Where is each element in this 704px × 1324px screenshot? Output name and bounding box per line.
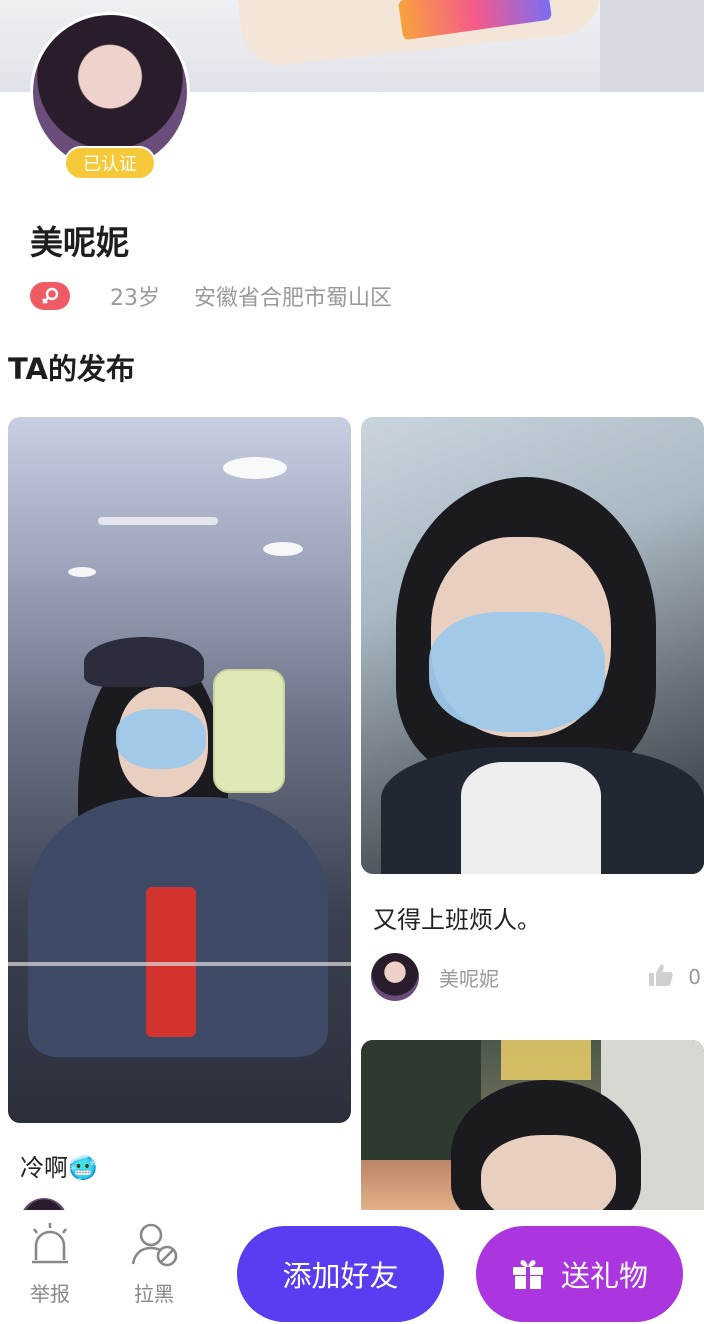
block-user-icon — [129, 1223, 179, 1272]
post-caption: 又得上班烦人。 — [373, 906, 541, 934]
section-title: TA的发布 — [8, 352, 135, 386]
post-caption: 冷啊🥶 — [20, 1154, 98, 1182]
post-image[interactable] — [8, 417, 351, 1123]
post-author[interactable]: 美呢妮 0 — [371, 952, 701, 1002]
post-image[interactable] — [361, 417, 704, 874]
report-label: 举报 — [30, 1282, 70, 1306]
block-button[interactable]: 拉黑 — [124, 1222, 184, 1307]
profile-location: 安徽省合肥市蜀山区 — [194, 286, 393, 311]
profile-avatar-wrap[interactable]: 已认证 — [30, 12, 190, 180]
thumbs-up-icon — [648, 962, 674, 992]
gift-icon — [511, 1258, 545, 1290]
block-label: 拉黑 — [134, 1282, 174, 1306]
verified-badge: 已认证 — [64, 146, 156, 180]
like-button[interactable]: 0 — [648, 962, 701, 992]
alarm-icon — [28, 1223, 72, 1272]
profile-name: 美呢妮 — [30, 223, 129, 262]
send-gift-button[interactable]: 送礼物 — [476, 1226, 683, 1322]
bottom-action-bar: 举报 拉黑 添加好友 送礼物 — [0, 1210, 704, 1324]
female-icon — [30, 282, 70, 310]
report-button[interactable]: 举报 — [20, 1222, 80, 1307]
post-author-avatar[interactable] — [371, 953, 419, 1001]
profile-age: 23岁 — [110, 286, 160, 311]
profile-meta: 23岁 安徽省合肥市蜀山区 — [30, 280, 392, 312]
post-image[interactable] — [361, 1040, 704, 1210]
send-gift-label: 送礼物 — [560, 1261, 648, 1293]
post-author-name: 美呢妮 — [439, 966, 499, 991]
like-count: 0 — [688, 965, 701, 989]
add-friend-button[interactable]: 添加好友 — [237, 1226, 444, 1322]
